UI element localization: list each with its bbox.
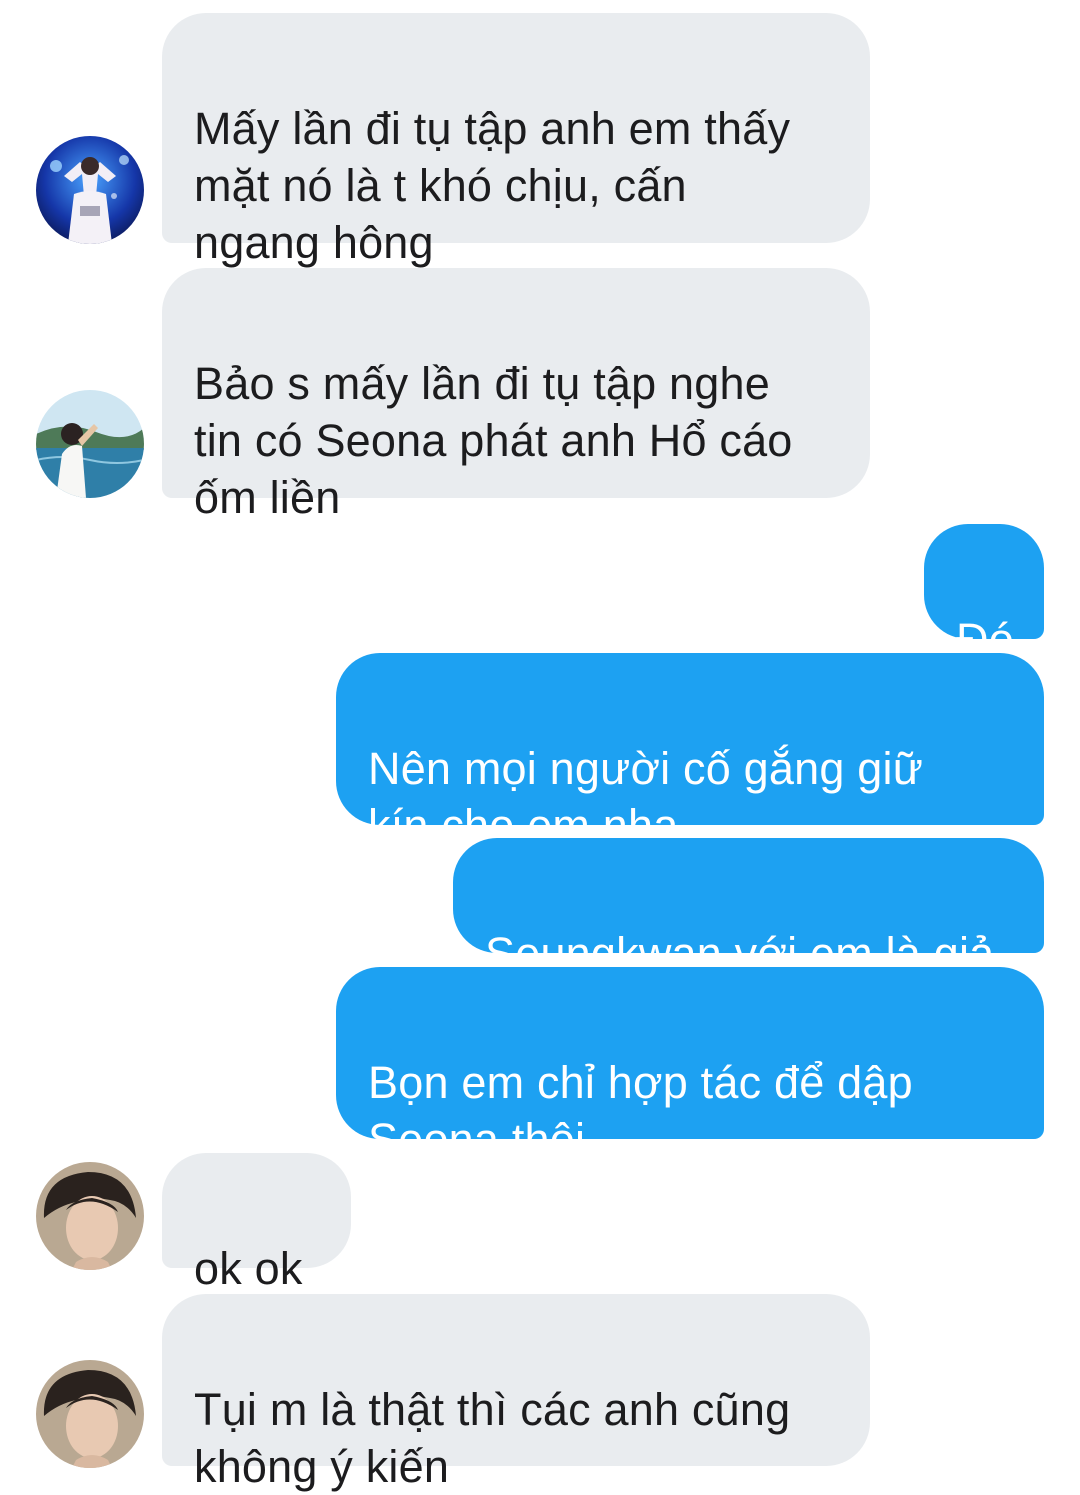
message-bubble-outgoing[interactable]: Seungkwan với em là giả bbox=[453, 838, 1044, 979]
message-bubble[interactable]: ok ok bbox=[162, 1153, 351, 1294]
avatar-concert-icon[interactable] bbox=[36, 136, 144, 244]
message-bubble-outgoing[interactable]: Bọn em chỉ hợp tác để dập Seona thôi bbox=[336, 967, 1044, 1165]
message-text: ok ok bbox=[194, 1243, 303, 1294]
message-bubble-outgoing[interactable]: Nên mọi người cố gắng giữ kín cho em nha bbox=[336, 653, 1044, 851]
message-bubble[interactable]: Bảo s mấy lần đi tụ tập nghe tin có Seon… bbox=[162, 268, 870, 523]
message-bubble[interactable]: Mấy lần đi tụ tập anh em thấy mặt nó là … bbox=[162, 13, 870, 268]
message-bubble[interactable]: Tụi m là thật thì các anh cũng không ý k… bbox=[162, 1294, 870, 1492]
message-text: Mấy lần đi tụ tập anh em thấy mặt nó là … bbox=[194, 103, 791, 268]
message-text: Tụi m là thật thì các anh cũng không ý k… bbox=[194, 1384, 791, 1492]
avatar-portrait-icon[interactable] bbox=[36, 1162, 144, 1270]
avatar-seaside-icon[interactable] bbox=[36, 390, 144, 498]
message-text: Nên mọi người cố gắng giữ kín cho em nha bbox=[368, 743, 924, 851]
message-text: Bảo s mấy lần đi tụ tập nghe tin có Seon… bbox=[194, 358, 793, 523]
message-text: Bọn em chỉ hợp tác để dập Seona thôi bbox=[368, 1057, 913, 1165]
message-bubble-outgoing[interactable]: Đó bbox=[924, 524, 1044, 665]
avatar-portrait-icon[interactable] bbox=[36, 1360, 144, 1468]
